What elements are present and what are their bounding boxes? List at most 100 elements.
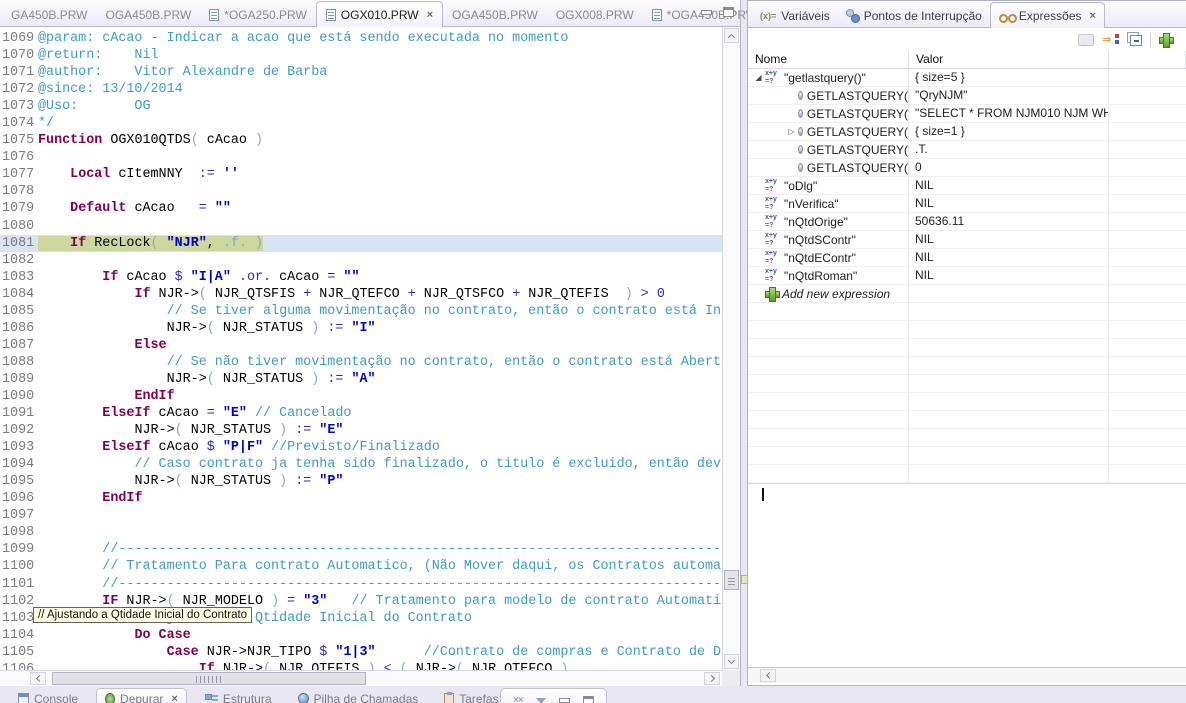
expression-row[interactable]: GETLASTQUERY("QryNJM": [748, 87, 1186, 105]
view-tab-console[interactable]: Console: [10, 688, 86, 703]
add-expression-icon[interactable]: [1159, 33, 1172, 46]
code-line-1093[interactable]: 1093 ElseIf cAcao $ "P|F" //Previsto/Fin…: [0, 439, 722, 456]
line-number[interactable]: 1085: [0, 303, 38, 320]
editor-horizontal-scrollbar[interactable]: [0, 670, 722, 686]
editor-tab-oga450bprw[interactable]: OGA450B.PRW: [443, 3, 547, 26]
code-line-1082[interactable]: 1082: [0, 252, 722, 269]
expression-row[interactable]: GETLASTQUERY("SELECT * FROM NJM010 NJM W…: [748, 105, 1186, 123]
expression-row[interactable]: ◢"getlastquery()"{ size=5 }: [748, 69, 1186, 87]
line-number[interactable]: 1098: [0, 524, 38, 541]
code-line-1101[interactable]: 1101 //---------------------------------…: [0, 576, 722, 593]
line-number[interactable]: 1094: [0, 456, 38, 473]
code-line-1069[interactable]: 1069@param: cAcao - Indicar a acao que e…: [0, 30, 722, 47]
scroll-left-button[interactable]: [760, 669, 776, 682]
line-number[interactable]: 1076: [0, 149, 38, 166]
tab-pontos-de-interrupção[interactable]: Pontos de Interrupção: [838, 4, 990, 27]
line-number[interactable]: 1105: [0, 644, 38, 661]
line-number[interactable]: 1097: [0, 507, 38, 524]
scroll-right-button[interactable]: [704, 672, 720, 685]
line-number[interactable]: 1077: [0, 166, 38, 183]
expression-row[interactable]: "oDlg"NIL: [748, 177, 1186, 195]
code-line-1081[interactable]: 1081 If RecLock( "NJR", .f. ): [0, 235, 722, 252]
line-number[interactable]: 1087: [0, 337, 38, 354]
line-number[interactable]: 1081: [0, 235, 38, 252]
line-number[interactable]: 1082: [0, 252, 38, 269]
code-line-1072[interactable]: 1072@since: 13/10/2014: [0, 81, 722, 98]
line-number[interactable]: 1072: [0, 81, 38, 98]
code-line-1095[interactable]: 1095 NJR->( NJR_STATUS ) := "P": [0, 473, 722, 490]
view-tab-tarefas[interactable]: Tarefas: [436, 688, 506, 703]
code-line-1092[interactable]: 1092 NJR->( NJR_STATUS ) := "E": [0, 422, 722, 439]
view-tab-depurar[interactable]: Depurar×: [96, 688, 187, 703]
tab-variáveis[interactable]: (x)=Variáveis: [752, 4, 838, 27]
line-number[interactable]: 1086: [0, 320, 38, 337]
code-line-1088[interactable]: 1088 // Se não tiver movimentação no con…: [0, 354, 722, 371]
expression-row[interactable]: "nQtdSContr"NIL: [748, 231, 1186, 249]
line-number[interactable]: 1075: [0, 132, 38, 149]
line-number[interactable]: 1070: [0, 47, 38, 64]
code-line-1083[interactable]: 1083 If cAcao $ "I|A" .or. cAcao = "": [0, 269, 722, 286]
line-number[interactable]: 1079: [0, 200, 38, 217]
code-line-1105[interactable]: 1105 Case NJR->NJR_TIPO $ "1|3" //Contra…: [0, 644, 722, 661]
code-line-1100[interactable]: 1100 // Tratamento Para contrato Automat…: [0, 558, 722, 575]
maximize-icon[interactable]: [583, 696, 594, 703]
line-number[interactable]: 1092: [0, 422, 38, 439]
scroll-up-button[interactable]: [724, 28, 739, 43]
line-number[interactable]: 1101: [0, 576, 38, 593]
scroll-down-button[interactable]: [724, 654, 739, 669]
line-number[interactable]: 1096: [0, 490, 38, 507]
code-line-1106[interactable]: 1106 If NJR->( NJR_QTEFIS ) < ( NJR->( N…: [0, 661, 722, 670]
panel-horizontal-scrollbar[interactable]: [748, 667, 1186, 683]
code-line-1086[interactable]: 1086 NJR->( NJR_STATUS ) := "I": [0, 320, 722, 337]
expression-row[interactable]: "nQtdEContr"NIL: [748, 249, 1186, 267]
maximize-icon[interactable]: [723, 7, 734, 17]
close-icon[interactable]: ×: [171, 693, 177, 703]
line-number[interactable]: 1073: [0, 98, 38, 115]
filter-icon[interactable]: [536, 698, 546, 703]
line-number[interactable]: 1095: [0, 473, 38, 490]
line-number[interactable]: 1093: [0, 439, 38, 456]
horizontal-scroll-thumb[interactable]: [52, 672, 366, 685]
line-number[interactable]: 1106: [0, 661, 38, 670]
line-number[interactable]: 1078: [0, 183, 38, 200]
code-line-1070[interactable]: 1070@return: Nil: [0, 47, 722, 64]
editor-tab-oga250prw[interactable]: *OGA250.PRW: [200, 3, 315, 26]
code-line-1091[interactable]: 1091 ElseIf cAcao = "E" // Cancelado: [0, 405, 722, 422]
expressions-table-header[interactable]: Nome Valor: [748, 51, 1186, 69]
expand-icon[interactable]: ▷: [785, 127, 798, 136]
editor-tab-ogx010prw[interactable]: OGX010.PRW×: [316, 1, 443, 27]
collapse-all-icon[interactable]: [1127, 33, 1142, 46]
vertical-scroll-thumb[interactable]: [724, 570, 739, 590]
view-tab-pilha-de-chamadas[interactable]: Pilha de Chamadas: [290, 688, 427, 703]
line-number[interactable]: 1088: [0, 354, 38, 371]
expression-row[interactable]: GETLASTQUERY(.T.: [748, 141, 1186, 159]
expression-row[interactable]: "nQtdOrige"50636.11: [748, 213, 1186, 231]
code-line-1071[interactable]: 1071@author: Vitor Alexandre de Barba: [0, 64, 722, 81]
minimize-icon[interactable]: [701, 10, 712, 15]
code-line-1077[interactable]: 1077 Local cItemNNY := '': [0, 166, 722, 183]
expression-row[interactable]: "nQtdRoman"NIL: [748, 267, 1186, 285]
code-line-1089[interactable]: 1089 NJR->( NJR_STATUS ) := "A": [0, 371, 722, 388]
line-number[interactable]: 1083: [0, 269, 38, 286]
expression-detail-pane[interactable]: [748, 483, 1186, 667]
close-icon[interactable]: ×: [1090, 10, 1096, 22]
code-line-1094[interactable]: 1094 // Caso contrato ja tenha sido fina…: [0, 456, 722, 473]
editor-tab-ogx008prw[interactable]: OGX008.PRW: [547, 3, 643, 26]
code-line-1074[interactable]: 1074*/: [0, 115, 722, 132]
code-line-1080[interactable]: 1080: [0, 218, 722, 235]
close-icon[interactable]: ×: [427, 9, 433, 21]
minimize-icon[interactable]: [559, 698, 570, 703]
line-number[interactable]: 1104: [0, 627, 38, 644]
code-line-1084[interactable]: 1084 If NJR->( NJR_QTSFIS + NJR_QTEFCO +…: [0, 286, 722, 303]
code-line-1076[interactable]: 1076: [0, 149, 722, 166]
line-number[interactable]: 1089: [0, 371, 38, 388]
editor-tab-oga450bprw[interactable]: OGA450B.PRW: [96, 3, 200, 26]
code-line-1078[interactable]: 1078: [0, 183, 722, 200]
show-type-names-icon[interactable]: [1078, 34, 1094, 46]
code-line-1096[interactable]: 1096 EndIf: [0, 490, 722, 507]
expression-row[interactable]: "nVerifica"NIL: [748, 195, 1186, 213]
code-line-1097[interactable]: 1097: [0, 507, 722, 524]
line-number[interactable]: 1074: [0, 115, 38, 132]
code-line-1085[interactable]: 1085 // Se tiver alguma movimentação no …: [0, 303, 722, 320]
view-tab-estrutura[interactable]: Estrutura: [197, 688, 280, 703]
